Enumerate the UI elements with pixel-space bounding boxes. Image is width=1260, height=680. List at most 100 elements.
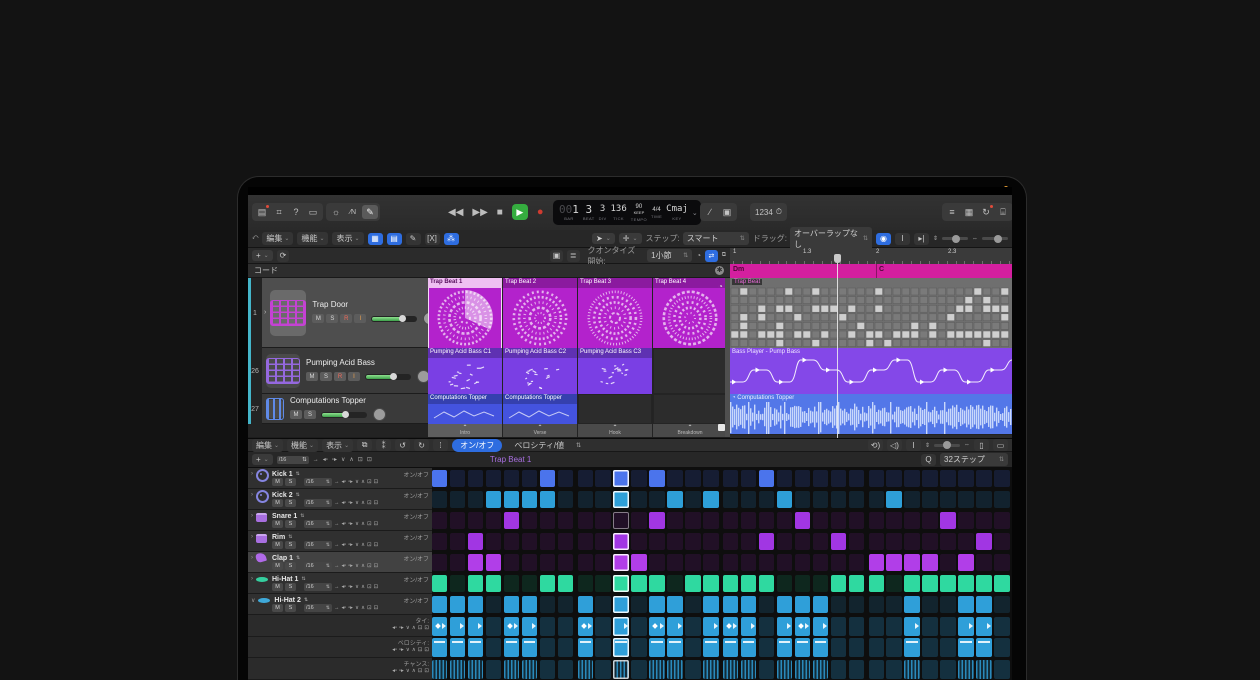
step-cell[interactable] (795, 596, 810, 613)
step-cell[interactable] (450, 512, 465, 529)
step-cell[interactable] (703, 491, 718, 508)
step-cell[interactable] (649, 491, 664, 508)
seq-menu-functions[interactable]: 機能⌄ (287, 439, 318, 452)
paste-icon[interactable]: ⊡ (374, 584, 379, 590)
step-cell[interactable] (940, 617, 955, 636)
step-cell[interactable] (578, 596, 593, 613)
mute-button[interactable]: M (272, 478, 283, 486)
step-cell[interactable] (994, 638, 1009, 657)
step-cell[interactable] (595, 554, 610, 571)
track-header[interactable]: ›Trap DoorMSRI (262, 278, 428, 348)
step-cell[interactable] (685, 617, 700, 636)
mute-button[interactable]: M (306, 372, 318, 381)
step-cell[interactable] (595, 491, 610, 508)
stop-all-cells-icon[interactable] (718, 424, 725, 431)
step-cell[interactable] (450, 575, 465, 592)
step-cell[interactable] (468, 470, 483, 487)
step-cell[interactable] (631, 575, 646, 592)
step-cell[interactable] (685, 554, 700, 571)
seq-up-icon[interactable]: ∧ (349, 456, 353, 463)
step-cell[interactable] (486, 660, 501, 679)
step-cell[interactable] (795, 554, 810, 571)
row-stepper-icon[interactable]: ⇅ (296, 471, 300, 477)
step-cell[interactable] (703, 617, 718, 636)
step-cell[interactable] (558, 491, 573, 508)
step-cell[interactable] (685, 470, 700, 487)
step-cell[interactable] (595, 470, 610, 487)
step-cell[interactable] (759, 491, 774, 508)
step-cell[interactable] (759, 533, 774, 550)
seq-speaker-icon[interactable]: ◁) (887, 439, 902, 451)
step-cell[interactable] (813, 596, 828, 613)
seq-fullscreen-icon[interactable]: ▭ (993, 439, 1008, 451)
mute-button[interactable]: M (312, 314, 324, 323)
step-cell[interactable] (631, 533, 646, 550)
step-cell[interactable] (777, 660, 792, 679)
step-cell[interactable] (486, 596, 501, 613)
step-cell[interactable] (578, 491, 593, 508)
seq-subrow-header[interactable]: ベロシティ:◂▫▫▸∨∧⊡⊡ (248, 637, 432, 658)
step-cell[interactable] (450, 660, 465, 679)
empty-cell[interactable] (578, 394, 652, 424)
step-cell[interactable] (613, 575, 628, 592)
mute-button[interactable]: M (290, 410, 302, 419)
step-cell[interactable] (777, 533, 792, 550)
step-cell[interactable] (831, 660, 846, 679)
track-header[interactable]: Pumping Acid BassMSRI (262, 348, 428, 394)
region-trap-beat[interactable]: Trap Beat (730, 278, 1012, 349)
seq-row-header[interactable]: ›Clap 1⇅オン/オフMS/16⇅→◂▫▫▸∨∧⊡⊡ (248, 552, 432, 573)
step-cell[interactable] (595, 638, 610, 657)
octave-up-icon[interactable]: ∧ (361, 500, 365, 506)
step-cell[interactable] (540, 554, 555, 571)
step-cell[interactable] (940, 660, 955, 679)
seq-nudge-right-icon[interactable]: ▫▸ (332, 456, 337, 463)
step-cell[interactable] (468, 575, 483, 592)
step-cell[interactable] (540, 470, 555, 487)
step-cell[interactable] (723, 575, 738, 592)
step-cell[interactable] (450, 596, 465, 613)
volume-knob[interactable] (399, 315, 406, 322)
horizontal-zoom-slider[interactable] (982, 237, 1008, 240)
loop-icon[interactable]: ⟳ (277, 250, 290, 262)
seq-row-header[interactable]: ›Kick 2⇅オン/オフMS/16⇅→◂▫▫▸∨∧⊡⊡ (248, 489, 432, 510)
pencil-icon[interactable]: ∕ (702, 205, 718, 219)
step-cell[interactable] (994, 554, 1009, 571)
mute-button[interactable]: M (272, 541, 283, 549)
paste-icon[interactable]: ⊡ (374, 542, 379, 548)
step-cell[interactable] (504, 470, 519, 487)
quantize-select[interactable]: 1小節⇅ (647, 249, 692, 262)
step-cell[interactable] (522, 596, 537, 613)
loop-cell[interactable]: Trap Beat 2 (503, 278, 577, 349)
step-cell[interactable] (432, 638, 447, 657)
step-cell[interactable] (831, 470, 846, 487)
step-cell[interactable] (777, 596, 792, 613)
seq-del-icon[interactable]: ⊡ (367, 456, 372, 463)
step-cell[interactable] (777, 470, 792, 487)
copy-icon[interactable]: ⊡ (367, 584, 372, 590)
step-cell[interactable] (486, 470, 501, 487)
step-cell[interactable] (869, 617, 884, 636)
step-cell[interactable] (540, 638, 555, 657)
quantize-q-button[interactable]: Q (921, 454, 936, 466)
step-cell[interactable] (723, 554, 738, 571)
step-cell[interactable] (578, 575, 593, 592)
step-cell[interactable] (703, 554, 718, 571)
track-header[interactable]: Computations TopperMS (262, 394, 428, 424)
step-cell[interactable] (468, 638, 483, 657)
octave-down-icon[interactable]: ∨ (355, 521, 359, 527)
browsers-icon[interactable]: ▦ (961, 205, 977, 219)
volume-slider[interactable] (371, 316, 417, 322)
step-cell[interactable] (795, 470, 810, 487)
step-cell[interactable] (831, 533, 846, 550)
step-cell[interactable] (578, 638, 593, 657)
seq-midi-in-icon[interactable]: ⟲) (868, 439, 883, 451)
step-cell[interactable] (450, 554, 465, 571)
seq-dup-icon[interactable]: ⊡ (358, 456, 363, 463)
rotate-left-icon[interactable]: ◂▫ (342, 542, 347, 548)
seq-arrow-icon[interactable]: → (313, 457, 319, 463)
step-cell[interactable] (613, 554, 628, 571)
step-cell[interactable] (486, 533, 501, 550)
step-cell[interactable] (922, 617, 937, 636)
up-icon[interactable]: ∧ (412, 668, 416, 674)
octave-up-icon[interactable]: ∧ (361, 542, 365, 548)
